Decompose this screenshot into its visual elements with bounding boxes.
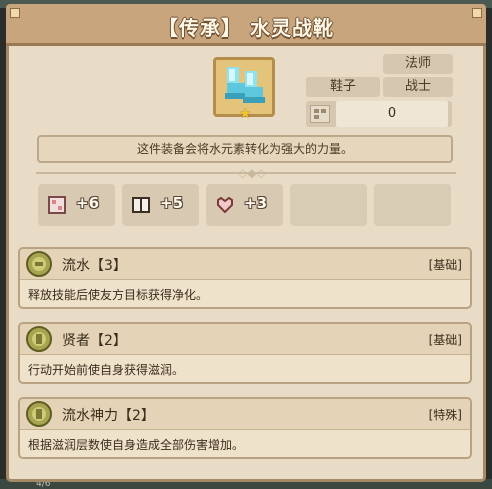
stat-value: +6 [76,194,100,212]
stat-value: +5 [160,194,184,212]
effect-description: 行动开始前使自身获得滋润。 [28,363,185,377]
class-tag-warrior: 战士 [383,77,453,97]
stat-slot-empty [374,184,451,226]
effect-header: 流水【3】 [基础] [20,249,470,280]
heart-icon [217,196,233,214]
effect-description: 根据滋润层数使自身造成全部伤害增加。 [28,438,245,452]
spellbook-icon [132,197,150,213]
item-description: 这件装备会将水元素转化为强大的力量。 [37,135,453,163]
counter-value: 0 [336,101,448,127]
effect-card: 流水神力【2】 [特殊] 根据滋润层数使自身造成全部伤害增加。 [18,397,472,459]
crystal-boots-icon [225,67,265,103]
title-bar: 【传承】 水灵战靴 [6,4,486,46]
item-title: 【传承】 水灵战靴 [158,16,334,40]
effect-type: [基础] [428,258,462,272]
sage-coin-icon [26,326,52,352]
stat-slot: +3 [206,184,283,226]
effect-description: 释放技能后使友方目标获得净化。 [28,288,209,302]
star-icon: ★ [239,106,252,122]
item-counter: 0 [306,101,452,127]
effect-title: 流水神力【2】 [62,408,155,424]
effect-title: 贤者【2】 [62,333,127,349]
sage-coin-icon [26,401,52,427]
slot-type-tag: 鞋子 [306,77,380,97]
effect-card: 流水【3】 [基础] 释放技能后使友方目标获得净化。 [18,247,472,309]
stat-slot: +5 [122,184,199,226]
item-icon-frame[interactable]: ★ [213,57,275,122]
effect-title: 流水【3】 [62,258,127,274]
divider-ornament-icon: ◇◆◇ [238,166,266,180]
effect-header: 贤者【2】 [基础] [20,324,470,355]
effect-type: [特殊] [428,408,462,422]
effect-header: 流水神力【2】 [特殊] [20,399,470,430]
attack-book-icon [48,196,66,214]
stat-slot-empty [290,184,367,226]
stat-value: +3 [244,194,268,212]
effect-type: [基础] [428,333,462,347]
class-tag-mage: 法师 [383,54,453,74]
water-coin-icon [26,251,52,277]
grid-icon [310,105,330,123]
stat-slot: +6 [38,184,115,226]
effect-card: 贤者【2】 [基础] 行动开始前使自身获得滋润。 [18,322,472,384]
